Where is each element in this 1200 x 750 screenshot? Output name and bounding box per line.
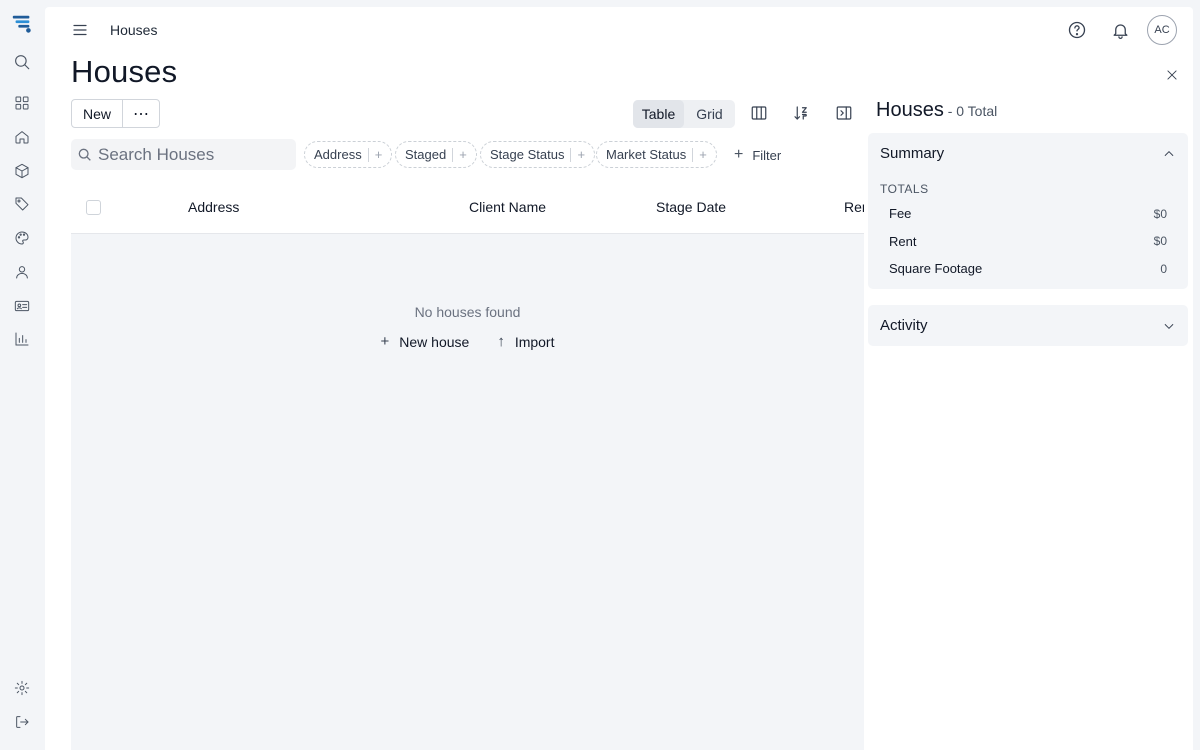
- id-card-icon[interactable]: [11, 295, 33, 317]
- logout-icon[interactable]: [11, 711, 33, 733]
- total-value: $0: [1153, 206, 1167, 221]
- arrow-up-icon: ↑: [497, 333, 505, 350]
- page-title: Houses: [71, 54, 178, 89]
- activity-header[interactable]: Activity: [868, 305, 1188, 346]
- brand-logo[interactable]: [10, 12, 34, 36]
- search-input[interactable]: [98, 144, 288, 165]
- side-panel-title-text: Houses: [876, 99, 944, 121]
- import-button[interactable]: ↑ Import: [497, 333, 554, 350]
- column-header-client-name[interactable]: Client Name: [469, 199, 546, 215]
- left-rail: [0, 0, 45, 750]
- avatar[interactable]: AC: [1147, 15, 1177, 45]
- select-all-checkbox[interactable]: [86, 200, 101, 215]
- total-label: Fee: [889, 206, 912, 222]
- more-options-button[interactable]: ⋯: [122, 100, 159, 127]
- main-panel: Houses AC Houses New ⋯ Table Grid Search…: [45, 7, 1193, 750]
- filter-chip-staged[interactable]: Staged +: [395, 141, 477, 168]
- total-row-fee: Fee $0: [868, 200, 1188, 228]
- view-option-grid[interactable]: Grid: [684, 100, 735, 128]
- sort-icon[interactable]: [791, 103, 811, 123]
- plus-icon: +: [577, 147, 586, 162]
- totals-label: TOTALS: [880, 182, 929, 196]
- search-field: [71, 139, 296, 170]
- chevron-up-icon: [1164, 150, 1174, 156]
- total-count: - 0 Total: [943, 103, 998, 119]
- filter-chip-stage-status[interactable]: Stage Status +: [480, 141, 596, 168]
- column-header-address[interactable]: Address: [188, 199, 239, 215]
- chip-label: Market Status: [606, 147, 687, 162]
- columns-icon[interactable]: [749, 103, 769, 123]
- plus-icon: +: [380, 333, 390, 350]
- search-icon: [78, 148, 91, 161]
- activity-title: Activity: [880, 317, 928, 334]
- new-button-group: New ⋯: [71, 99, 161, 128]
- menu-icon[interactable]: [70, 20, 90, 40]
- breadcrumb[interactable]: Houses: [110, 22, 157, 38]
- chip-label: Staged: [405, 147, 447, 162]
- table-body: No houses found + New house ↑ Import: [71, 234, 864, 750]
- view-toggle: Table Grid: [633, 100, 735, 128]
- gear-icon[interactable]: [11, 677, 33, 699]
- plus-icon: +: [699, 147, 707, 162]
- new-house-label: New house: [399, 333, 470, 350]
- plus-icon: +: [459, 147, 467, 162]
- empty-state-message: No houses found: [414, 304, 521, 320]
- total-row-rent: Rent $0: [868, 228, 1188, 256]
- box-icon[interactable]: [11, 160, 33, 182]
- total-value: $0: [1153, 234, 1167, 249]
- plus-icon: +: [374, 147, 383, 162]
- summary-header[interactable]: Summary: [868, 133, 1188, 174]
- bell-icon[interactable]: [1109, 19, 1131, 41]
- help-icon[interactable]: [1066, 19, 1088, 41]
- close-icon[interactable]: [1163, 66, 1181, 84]
- total-label: Rent: [889, 233, 917, 249]
- total-value: 0: [1160, 261, 1167, 276]
- side-panel-icon[interactable]: [834, 103, 854, 123]
- tag-icon[interactable]: [11, 193, 33, 215]
- import-label: Import: [514, 333, 555, 350]
- side-panel-title: Houses - 0 Total: [876, 99, 997, 122]
- app: Houses AC Houses New ⋯ Table Grid Search…: [0, 0, 1200, 750]
- filter-chip-address[interactable]: Address +: [304, 141, 393, 168]
- dashboard-icon[interactable]: [11, 92, 33, 114]
- summary-card: Summary TOTALS Fee $0 Rent $0 Square Foo…: [868, 133, 1188, 289]
- total-row-square-footage: Square Footage 0: [868, 255, 1188, 283]
- summary-title: Summary: [880, 145, 945, 162]
- home-icon[interactable]: [11, 126, 33, 148]
- view-option-table[interactable]: Table: [633, 100, 684, 128]
- add-filter-button[interactable]: + Filter: [734, 145, 781, 165]
- empty-state-actions: + New house ↑ Import: [71, 333, 864, 350]
- filter-chip-market-status[interactable]: Market Status +: [596, 141, 717, 168]
- column-header-stage-date[interactable]: Stage Date: [656, 199, 726, 215]
- summary-side-panel: Houses - 0 Total Summary TOTALS Fee $0 R…: [864, 91, 1193, 750]
- chart-icon[interactable]: [11, 328, 33, 350]
- add-filter-label: Filter: [752, 147, 782, 163]
- table-header: Address Client Name Stage Date Ren: [71, 184, 870, 234]
- plus-icon: +: [734, 146, 744, 163]
- new-house-button[interactable]: + New house: [381, 333, 470, 350]
- new-button[interactable]: New: [72, 100, 122, 127]
- palette-icon[interactable]: [11, 227, 33, 249]
- chevron-down-icon: [1164, 323, 1174, 329]
- chip-label: Stage Status: [490, 147, 565, 162]
- chip-label: Address: [314, 147, 362, 162]
- activity-card: Activity: [868, 305, 1188, 346]
- total-label: Square Footage: [889, 261, 983, 277]
- search-icon[interactable]: [11, 51, 33, 73]
- user-icon[interactable]: [11, 261, 33, 283]
